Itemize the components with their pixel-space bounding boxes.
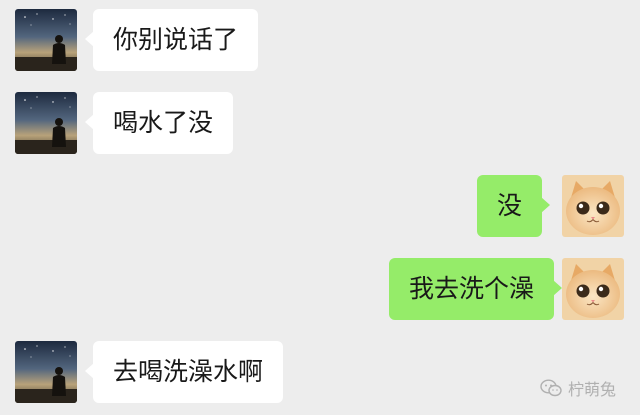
message-bubble[interactable]: 你别说话了	[84, 9, 259, 71]
message-bubble[interactable]: 我去洗个澡	[389, 258, 563, 320]
message-text: 我去洗个澡	[409, 274, 535, 303]
message-bubble[interactable]: 去喝洗澡水啊	[84, 341, 284, 403]
watermark-text: 柠萌兔	[568, 380, 617, 399]
message-bubble[interactable]: 喝水了没	[84, 92, 234, 154]
cat-avatar-icon	[562, 258, 624, 320]
cat-avatar-icon	[562, 175, 624, 237]
message-bubble[interactable]: 没	[477, 175, 551, 237]
wechat-icon	[540, 379, 562, 397]
message-text: 没	[497, 191, 523, 220]
message-text: 你别说话了	[113, 25, 239, 54]
message-text: 去喝洗澡水啊	[113, 357, 264, 386]
watermark: 柠萌兔	[540, 378, 617, 399]
self-avatar[interactable]	[562, 258, 624, 320]
contact-avatar[interactable]	[15, 92, 77, 154]
self-avatar[interactable]	[562, 175, 624, 237]
contact-avatar[interactable]	[15, 9, 77, 71]
night-silhouette-avatar-icon	[15, 9, 77, 71]
night-silhouette-avatar-icon	[15, 341, 77, 403]
contact-avatar[interactable]	[15, 341, 77, 403]
message-text: 喝水了没	[113, 108, 214, 137]
night-silhouette-avatar-icon	[15, 92, 77, 154]
